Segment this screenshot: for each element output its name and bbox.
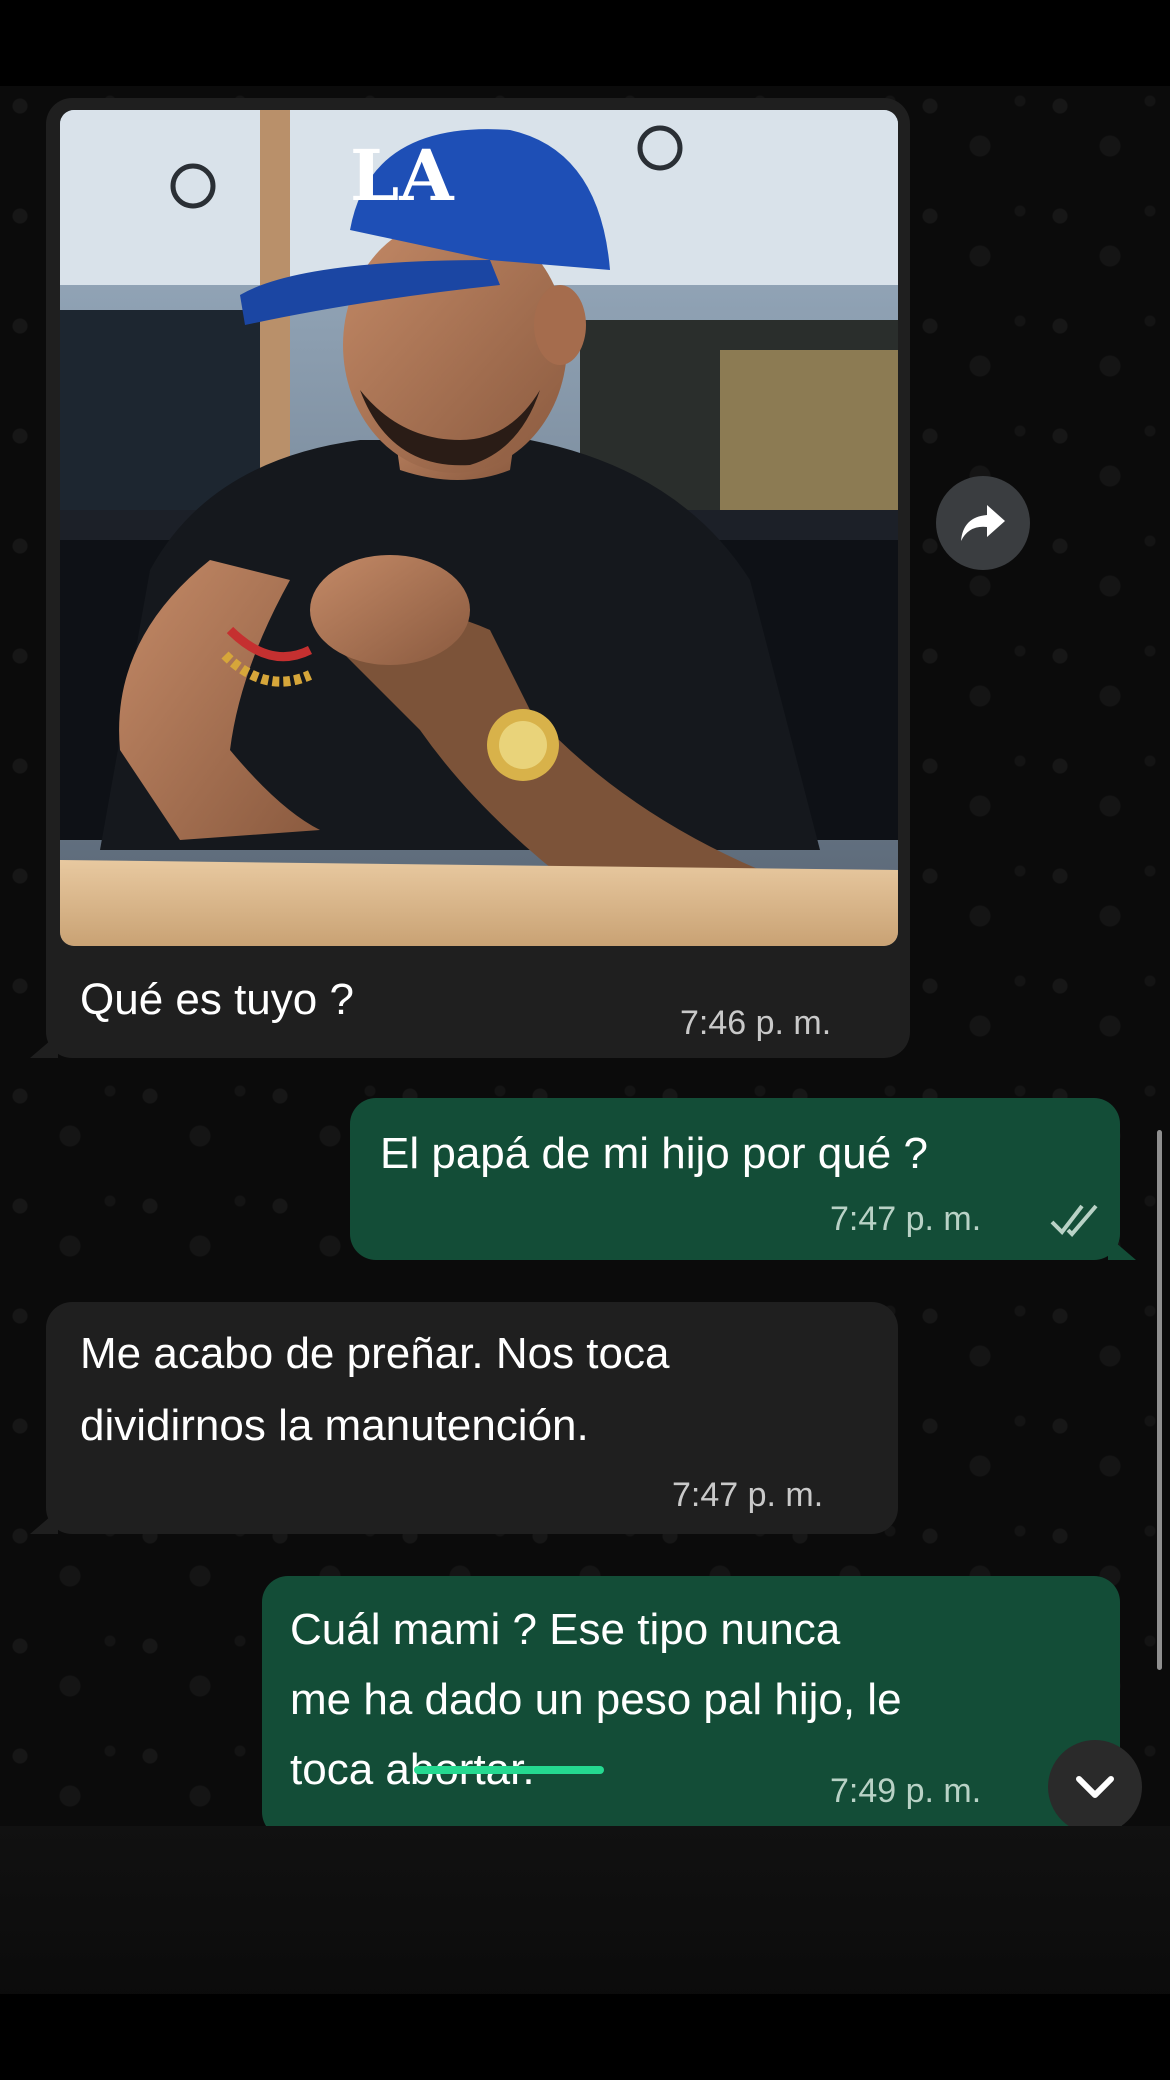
message-time: 7:47 p. m. xyxy=(830,1200,982,1238)
outgoing-message-bubble[interactable]: El papá de mi hijo por qué ? 7:47 p. m. xyxy=(350,1098,1136,1260)
svg-text:LA: LA xyxy=(350,134,455,217)
message-text-line-1: Cuál mami ? Ese tipo nunca xyxy=(290,1605,841,1654)
photo-illustration: LA xyxy=(60,110,898,946)
message-time: 7:46 p. m. xyxy=(680,1004,832,1042)
forward-button[interactable] xyxy=(936,476,1030,570)
double-check-icon xyxy=(1050,1204,1098,1237)
incoming-message-bubble[interactable]: Me acabo de preñar. Nos toca dividirnos … xyxy=(30,1302,898,1534)
bottom-area xyxy=(0,1826,1170,2080)
image-caption: Qué es tuyo ? xyxy=(80,975,354,1024)
forward-arrow-icon xyxy=(961,505,1005,541)
bottom-strip xyxy=(0,1994,1170,2080)
chevron-down-icon xyxy=(1076,1776,1114,1798)
message-text-line-1: Me acabo de preñar. Nos toca xyxy=(80,1329,670,1378)
message-text-line-2: dividirnos la manutención. xyxy=(80,1401,589,1450)
status-bar-area xyxy=(0,0,1170,86)
outgoing-message-bubble[interactable]: Cuál mami ? Ese tipo nunca me ha dado un… xyxy=(262,1576,1136,1838)
message-text-line-2: me ha dado un peso pal hijo, le xyxy=(290,1675,902,1724)
scrollbar[interactable] xyxy=(1157,1130,1162,1670)
shared-photo[interactable]: LA xyxy=(60,110,898,946)
message-time: 7:47 p. m. xyxy=(672,1476,824,1514)
scroll-to-bottom-button[interactable] xyxy=(1048,1740,1142,1834)
message-time: 7:49 p. m. xyxy=(830,1772,982,1810)
message-text: El papá de mi hijo por qué ? xyxy=(380,1129,928,1178)
highlight-strike xyxy=(414,1766,604,1774)
whatsapp-chat-screen: LA Qué es tuyo ? 7:46 p. m. El papá de m… xyxy=(0,0,1170,2080)
